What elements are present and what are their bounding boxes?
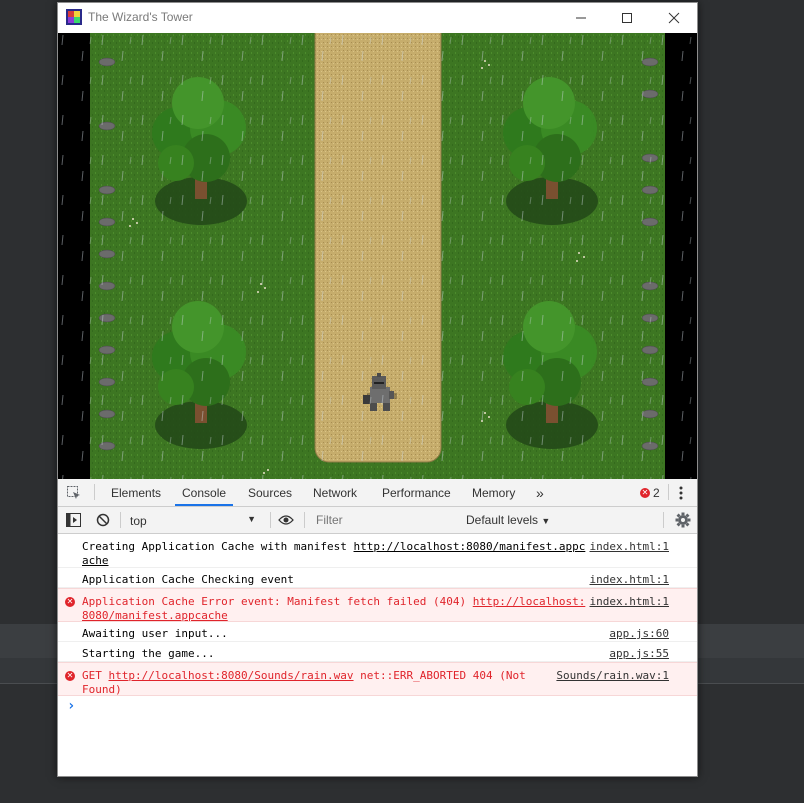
sidebar-toggle-icon[interactable] [66,513,81,527]
message-text: Creating Application Cache with manifest [82,540,354,553]
message-source-link[interactable]: index.html:1 [590,540,669,554]
message-source-link[interactable]: index.html:1 [590,573,669,587]
tab-console[interactable]: Console [175,479,234,506]
error-icon: ✕ [65,597,75,607]
message-source-link[interactable]: app.js:55 [609,647,669,661]
toolbar-divider [668,484,669,500]
chevron-down-icon: ▼ [541,516,551,526]
more-tabs-button[interactable]: » [536,479,544,506]
message-text: Found) [82,683,122,696]
error-badge-icon[interactable]: ✕ [640,488,650,498]
clear-console-icon[interactable] [96,513,110,527]
eye-icon[interactable] [278,514,294,526]
settings-gear-icon[interactable] [675,512,691,528]
log-levels-value: Default levels [466,513,539,527]
tab-elements[interactable]: Elements [111,479,161,506]
console-prompt[interactable]: › [67,698,75,714]
title-bar[interactable]: The Wizard's Tower [58,3,697,33]
message-text: GET [82,669,109,682]
app-icon [66,9,82,25]
devtools-panel: Elements Console Sources Network Perform… [58,479,697,776]
toolbar-divider [304,512,305,528]
context-selector[interactable]: top ▼ [124,510,262,530]
message-text: net::ERR_ABORTED 404 (Not [353,669,526,682]
message-source-link[interactable]: app.js:60 [609,627,669,641]
message-source-link[interactable]: Sounds/rain.wav:1 [556,669,669,683]
tab-memory[interactable]: Memory [472,479,515,506]
message-text: Awaiting user input... [82,627,228,640]
console-toolbar: top ▼ Default levels ▼ [58,507,697,534]
message-link[interactable]: http://localhost:8080/Sounds/rain.wav [109,669,354,682]
tab-performance[interactable]: Performance [382,479,451,506]
error-count[interactable]: 2 [653,486,660,500]
message-text: Starting the game... [82,647,215,660]
message-source-link[interactable]: index.html:1 [590,595,669,609]
inspect-element-icon[interactable] [66,485,82,501]
console-output[interactable]: Creating Application Cache with manifest… [58,534,697,776]
context-value: top [130,514,147,528]
toolbar-divider [94,484,95,500]
window-title: The Wizard's Tower [88,10,193,24]
console-message: Awaiting user input... app.js:60 [58,622,697,642]
console-message: Creating Application Cache with manifest… [58,534,697,568]
error-icon: ✕ [65,671,75,681]
more-options-icon[interactable] [678,485,684,501]
maximize-icon [622,13,632,23]
message-link[interactable]: http://localhost:8080/manifest.appc [354,540,586,553]
console-message: Starting the game... app.js:55 [58,642,697,662]
console-error-message: ✕ GET http://localhost:8080/Sounds/rain.… [58,662,697,696]
toolbar-divider [663,512,664,528]
maximize-button[interactable] [604,3,650,33]
close-icon [668,12,680,24]
message-link[interactable]: 8080/manifest.appcache [82,609,228,622]
console-error-message: ✕ Application Cache Error event: Manifes… [58,588,697,622]
tab-sources[interactable]: Sources [248,479,292,506]
tab-network[interactable]: Network [313,479,357,506]
console-message: Application Cache Checking event index.h… [58,568,697,588]
message-text: Application Cache Error event: Manifest … [82,595,473,608]
chevron-down-icon: ▼ [247,514,256,524]
minimize-button[interactable] [558,3,604,33]
log-levels-dropdown[interactable]: Default levels ▼ [466,513,550,527]
message-link[interactable]: ache [82,554,109,567]
message-text: Application Cache Checking event [82,573,294,586]
devtools-tabbar: Elements Console Sources Network Perform… [58,479,697,507]
close-button[interactable] [651,3,697,33]
game-window: The Wizard's Tower Elements Console Sour… [57,2,698,777]
message-link[interactable]: http://localhost: [473,595,586,608]
minimize-icon [576,17,586,19]
toolbar-divider [120,512,121,528]
game-canvas[interactable] [58,33,697,479]
game-scene [58,33,697,479]
filter-input[interactable] [310,511,462,529]
toolbar-divider [270,512,271,528]
